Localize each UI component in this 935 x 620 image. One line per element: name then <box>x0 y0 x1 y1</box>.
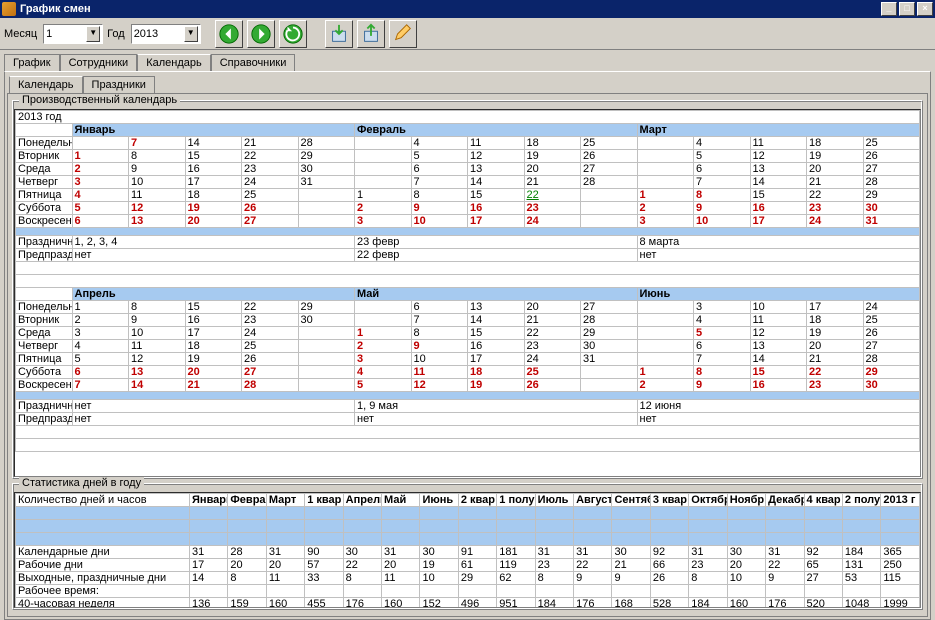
tab-Справочники[interactable]: Справочники <box>211 54 296 71</box>
stats-title: Статистика дней в году <box>19 477 144 489</box>
minimize-button[interactable]: _ <box>881 2 897 16</box>
stats-scroll[interactable]: Количество дней и часовЯнварьФевраМарт1 … <box>14 492 921 608</box>
window-title: График смен <box>20 3 879 15</box>
calendar-group: Производственный календарь 2013 годЯнвар… <box>12 100 923 479</box>
prev-button[interactable] <box>215 20 243 48</box>
refresh-button[interactable] <box>279 20 307 48</box>
sub-tabs: КалендарьПраздники <box>7 74 928 93</box>
month-input[interactable] <box>46 28 86 40</box>
stats-group: Статистика дней в году Количество дней и… <box>12 483 923 610</box>
maximize-button[interactable]: □ <box>899 2 915 16</box>
edit-button[interactable] <box>389 20 417 48</box>
subtab-Календарь[interactable]: Календарь <box>9 76 83 93</box>
app-icon <box>2 2 16 16</box>
tab-Календарь[interactable]: Календарь <box>137 54 211 71</box>
month-label: Месяц <box>4 28 37 40</box>
close-button[interactable]: × <box>917 2 933 16</box>
export-button[interactable] <box>357 20 385 48</box>
tab-Сотрудники[interactable]: Сотрудники <box>60 54 138 71</box>
main-tabs: ГрафикСотрудникиКалендарьСправочники <box>0 50 935 71</box>
year-combo[interactable]: ▼ <box>131 24 201 44</box>
titlebar: График смен _ □ × <box>0 0 935 18</box>
toolbar: Месяц ▼ Год ▼ <box>0 18 935 50</box>
tab-График[interactable]: График <box>4 54 60 71</box>
subtab-Праздники[interactable]: Праздники <box>83 76 155 93</box>
next-button[interactable] <box>247 20 275 48</box>
calendar-scroll[interactable]: 2013 годЯнварьФевральМартПонедельник7142… <box>14 109 921 477</box>
group-title: Производственный календарь <box>19 94 180 106</box>
import-button[interactable] <box>325 20 353 48</box>
year-label: Год <box>107 28 125 40</box>
month-combo[interactable]: ▼ <box>43 24 103 44</box>
chevron-down-icon[interactable]: ▼ <box>184 26 198 42</box>
year-input[interactable] <box>134 28 184 40</box>
chevron-down-icon[interactable]: ▼ <box>86 26 100 42</box>
